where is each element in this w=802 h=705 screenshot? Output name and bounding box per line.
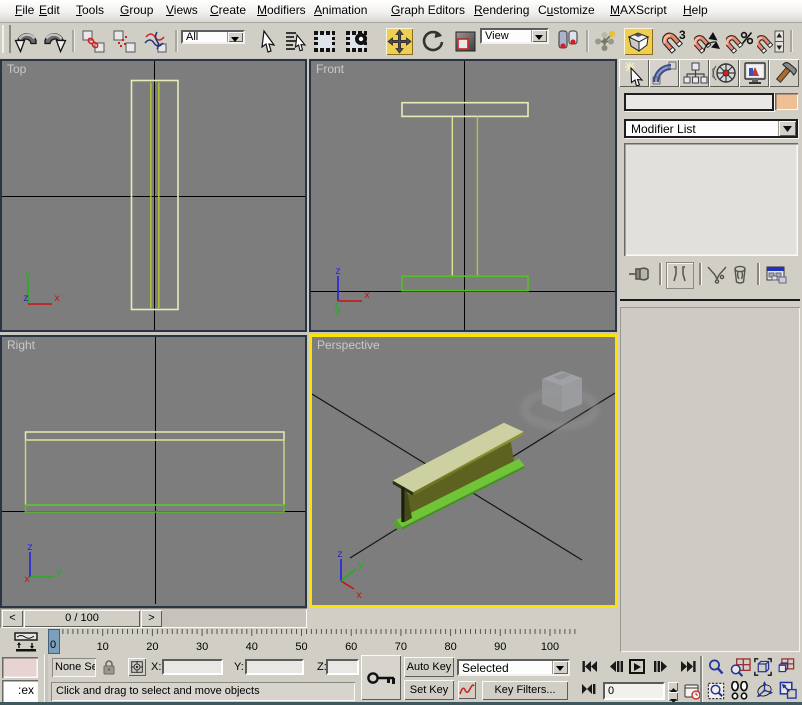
svg-text:x: x bbox=[54, 294, 60, 305]
svg-text:70: 70 bbox=[395, 641, 407, 653]
svg-text:z: z bbox=[337, 550, 343, 561]
svg-text:y: y bbox=[335, 306, 341, 317]
svg-text:50: 50 bbox=[295, 641, 307, 653]
svg-text:60: 60 bbox=[345, 641, 357, 653]
svg-text:40: 40 bbox=[246, 641, 258, 653]
svg-text:x: x bbox=[356, 591, 362, 602]
svg-text:z: z bbox=[335, 267, 341, 278]
svg-text:100: 100 bbox=[541, 641, 559, 653]
svg-text:z: z bbox=[27, 543, 33, 554]
svg-text:x: x bbox=[364, 291, 370, 302]
svg-text:x: x bbox=[24, 575, 30, 586]
svg-text:z: z bbox=[23, 294, 29, 305]
svg-text:3: 3 bbox=[679, 29, 686, 42]
svg-text:y: y bbox=[358, 561, 364, 572]
svg-text:80: 80 bbox=[444, 641, 456, 653]
svg-text:y: y bbox=[25, 270, 31, 281]
svg-text:30: 30 bbox=[196, 641, 208, 653]
svg-text:10: 10 bbox=[97, 641, 109, 653]
svg-text:90: 90 bbox=[494, 641, 506, 653]
svg-text:y: y bbox=[56, 568, 62, 579]
svg-text:20: 20 bbox=[146, 641, 158, 653]
